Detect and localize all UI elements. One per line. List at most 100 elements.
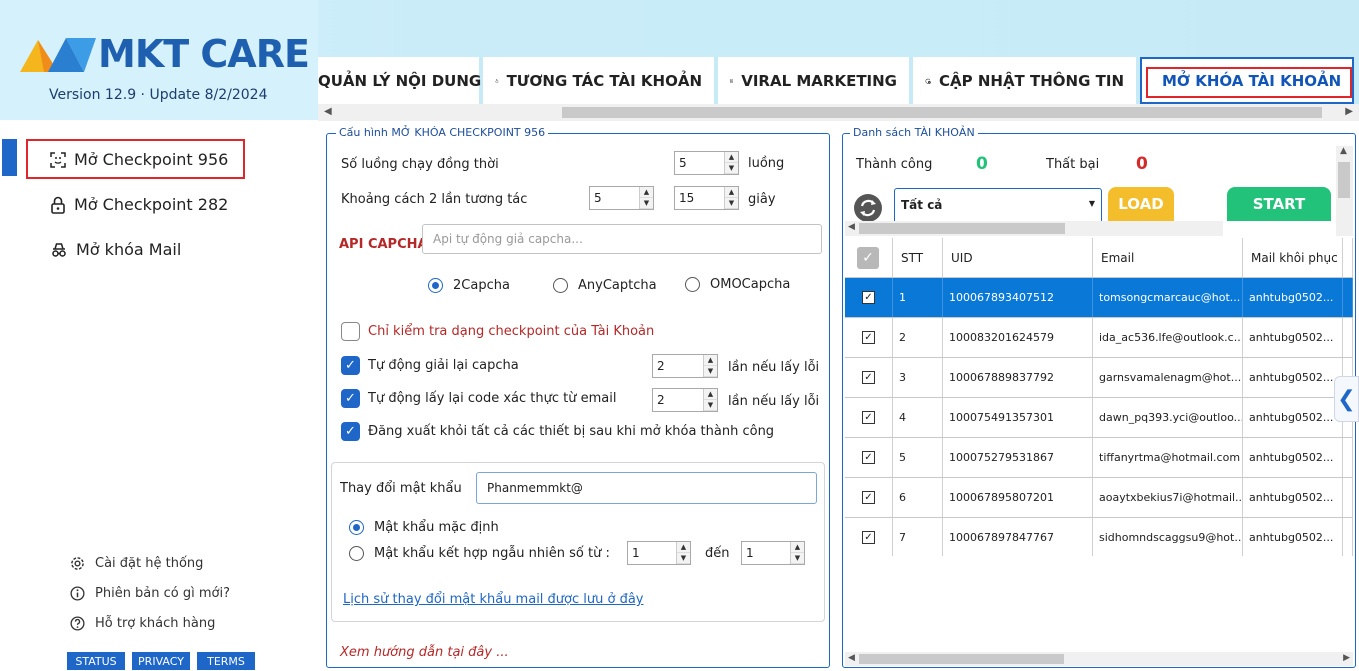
row-checkbox-cell[interactable]: ✓ (845, 438, 893, 477)
table-row[interactable]: ✓ 4 100075491357301 dawn_pq393.yci@outloo..… (845, 398, 1353, 438)
row-checkbox[interactable]: ✓ (862, 371, 875, 384)
radio-default-password[interactable]: Mật khẩu mặc định (349, 520, 499, 535)
stepper-up-icon[interactable]: ▲ (704, 389, 717, 400)
password-to-stepper[interactable]: 1 ▲ ▼ (741, 541, 805, 565)
email-cell: aoaytxbekius7i@hotmail.... (1093, 478, 1243, 517)
scrollbar-thumb[interactable] (859, 223, 1065, 234)
stepper-up-icon[interactable]: ▲ (704, 355, 717, 366)
column-header-email[interactable]: Email (1093, 238, 1243, 277)
refresh-icon[interactable] (853, 193, 883, 223)
tab-account-interaction[interactable]: TƯƠNG TÁC TÀI KHOẢN (483, 57, 718, 104)
table-horizontal-scrollbar[interactable]: ◀ ▶ (845, 652, 1353, 666)
table-row[interactable]: ✓ 3 100067889837792 garnsvamalenagm@hot... a… (845, 358, 1353, 398)
scroll-right-icon[interactable]: ▶ (1343, 653, 1350, 663)
interval-from-stepper[interactable]: 5 ▲ ▼ (589, 186, 654, 210)
toolbar-horizontal-scrollbar[interactable]: ◀ (845, 221, 1223, 236)
scrollbar-thumb[interactable] (562, 107, 1322, 118)
accounts-header-scrollbar[interactable]: ▲ (1336, 146, 1353, 236)
whats-new-link[interactable]: Phiên bản có gì mới? (70, 586, 230, 601)
scrollbar-thumb[interactable] (859, 654, 1064, 664)
stepper-up-icon[interactable]: ▲ (791, 542, 804, 553)
stepper-up-icon[interactable]: ▲ (725, 152, 738, 163)
stepper-up-icon[interactable]: ▲ (725, 187, 738, 198)
auto-email-stepper[interactable]: 2 ▲ ▼ (652, 388, 718, 412)
row-checkbox-cell[interactable]: ✓ (845, 478, 893, 517)
stt-cell: 6 (893, 478, 943, 517)
select-all-checkbox[interactable]: ✓ (857, 246, 879, 269)
sidebar-item-unlock-mail[interactable]: Mở khóa Mail (50, 240, 181, 259)
stepper-down-icon[interactable]: ▼ (725, 198, 738, 209)
scroll-left-icon[interactable]: ◀ (848, 653, 855, 663)
check-only-checkbox[interactable]: Chỉ kiểm tra dạng checkpoint của Tài Kho… (341, 322, 654, 341)
column-header-stt[interactable]: STT (893, 238, 943, 277)
auto-captcha-stepper[interactable]: 2 ▲ ▼ (652, 354, 718, 378)
threads-stepper[interactable]: 5 ▲ ▼ (674, 151, 739, 175)
row-checkbox[interactable]: ✓ (862, 331, 875, 344)
guide-link[interactable]: Xem hướng dẫn tại đây ... (340, 645, 509, 660)
auto-captcha-checkbox[interactable]: ✓ Tự động giải lại capcha (341, 356, 519, 375)
radio-random-password[interactable]: Mật khẩu kết hợp ngẫu nhiên số từ : (349, 546, 610, 561)
row-checkbox-cell[interactable]: ✓ (845, 358, 893, 397)
radio-omocaptcha[interactable]: OMOCapcha (685, 277, 790, 292)
auto-email-code-checkbox[interactable]: ✓ Tự động lấy lại code xác thực từ email (341, 389, 616, 408)
stepper-down-icon[interactable]: ▼ (704, 366, 717, 377)
stt-cell: 7 (893, 518, 943, 556)
scroll-left-icon[interactable]: ◀ (848, 222, 855, 232)
overflow-cell (1343, 518, 1353, 556)
select-all-header[interactable]: ✓ (845, 238, 893, 277)
tabs-horizontal-scrollbar[interactable]: ◀ ▶ (318, 104, 1359, 121)
table-row[interactable]: ✓ 2 100083201624579 ida_ac536.lfe@outlook.c… (845, 318, 1353, 358)
support-link[interactable]: Hỗ trợ khách hàng (70, 616, 215, 631)
row-checkbox-cell[interactable]: ✓ (845, 318, 893, 357)
password-history-link[interactable]: Lịch sử thay đổi mật khẩu mail được lưu … (343, 592, 644, 607)
table-row[interactable]: ✓ 1 100067893407512 tomsongcmarcauc@hot... a… (845, 278, 1353, 318)
stepper-up-icon[interactable]: ▲ (640, 187, 653, 198)
stepper-up-icon[interactable]: ▲ (677, 542, 690, 553)
scroll-left-icon[interactable]: ◀ (324, 106, 332, 117)
stepper-down-icon[interactable]: ▼ (791, 553, 804, 564)
collapse-panel-button[interactable]: ❮ (1334, 376, 1359, 422)
row-checkbox[interactable]: ✓ (862, 291, 875, 304)
tab-viral-marketing[interactable]: VIRAL MARKETING (718, 57, 913, 104)
tab-update-info[interactable]: CẬP NHẬT THÔNG TIN (913, 57, 1140, 104)
tab-content-management[interactable]: QUẢN LÝ NỘI DUNG (318, 57, 483, 104)
stepper-down-icon[interactable]: ▼ (704, 400, 717, 411)
scroll-up-icon[interactable]: ▲ (1340, 146, 1347, 156)
privacy-button[interactable]: PRIVACY (132, 652, 190, 670)
stepper-down-icon[interactable]: ▼ (677, 553, 690, 564)
new-password-input[interactable]: Phanmemmkt@ (476, 472, 817, 504)
row-checkbox[interactable]: ✓ (862, 491, 875, 504)
password-from-stepper[interactable]: 1 ▲ ▼ (627, 541, 691, 565)
tab-unlock-account[interactable]: MỞ KHÓA TÀI KHOẢN (1140, 57, 1354, 104)
settings-link[interactable]: Cài đặt hệ thống (70, 556, 203, 571)
hand-pointer-icon (495, 78, 499, 83)
radio-anycaptcha[interactable]: AnyCaptcha (553, 278, 657, 293)
row-checkbox-cell[interactable]: ✓ (845, 518, 893, 556)
start-button[interactable]: START (1227, 187, 1331, 221)
stepper-down-icon[interactable]: ▼ (640, 198, 653, 209)
radio-2captcha[interactable]: 2Capcha (428, 278, 510, 293)
terms-button[interactable]: TERMS (197, 652, 255, 670)
sidebar-item-checkpoint-956[interactable]: Mở Checkpoint 956 (50, 150, 228, 169)
status-button[interactable]: STATUS (67, 652, 125, 670)
row-checkbox-cell[interactable]: ✓ (845, 398, 893, 437)
stepper-down-icon[interactable]: ▼ (725, 163, 738, 174)
row-checkbox-cell[interactable]: ✓ (845, 278, 893, 317)
row-checkbox[interactable]: ✓ (862, 451, 875, 464)
table-row[interactable]: ✓ 5 100075279531867 tiffanyrtma@hotmail.com… (845, 438, 1353, 478)
column-header-recovery-mail[interactable]: Mail khôi phục (1243, 238, 1343, 277)
scroll-right-icon[interactable]: ▶ (1345, 106, 1353, 117)
row-checkbox[interactable]: ✓ (862, 531, 875, 544)
sidebar-item-checkpoint-282[interactable]: Mở Checkpoint 282 (50, 195, 228, 214)
table-row[interactable]: ✓ 6 100067895807201 aoaytxbekius7i@hotmail.… (845, 478, 1353, 518)
load-button[interactable]: LOAD (1108, 187, 1174, 221)
interval-to-stepper[interactable]: 15 ▲ ▼ (674, 186, 739, 210)
checkbox-label: Tự động giải lại capcha (368, 358, 519, 373)
captcha-api-input[interactable]: Api tự động giả capcha... (422, 224, 822, 254)
logout-all-checkbox[interactable]: ✓ Đăng xuất khỏi tất cả các thiết bị sau … (341, 422, 774, 441)
table-row[interactable]: ✓ 7 100067897847767 sidhomndscaggsu9@hot...… (845, 518, 1353, 556)
scrollbar-thumb[interactable] (1338, 162, 1350, 198)
column-header-uid[interactable]: UID (943, 238, 1093, 277)
filter-select[interactable]: Tất cả ▼ (894, 188, 1102, 222)
row-checkbox[interactable]: ✓ (862, 411, 875, 424)
